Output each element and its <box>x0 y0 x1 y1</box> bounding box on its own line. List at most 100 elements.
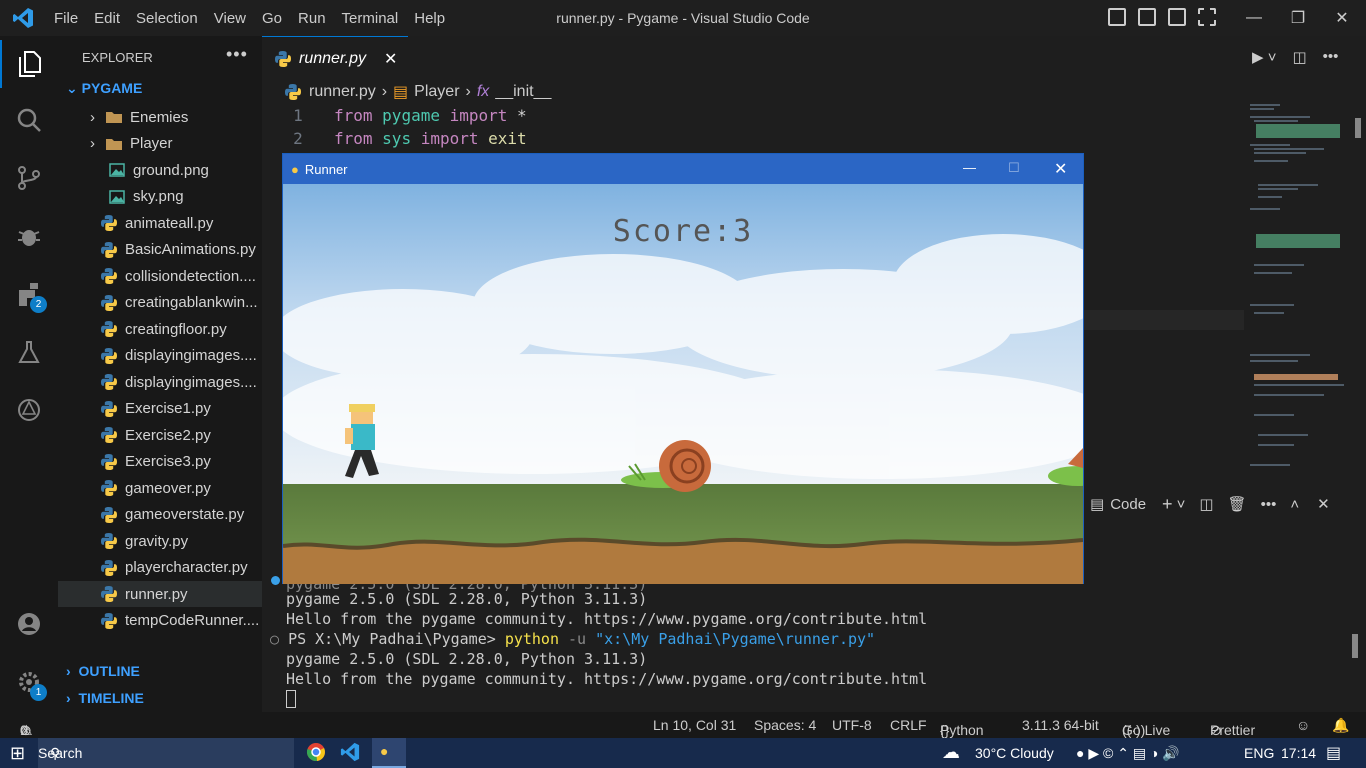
current-line-highlight <box>1084 310 1244 330</box>
file-label: Exercise3.py <box>125 453 211 470</box>
file-item[interactable]: gameoverstate.py <box>58 502 262 528</box>
file-item[interactable]: creatingablankwin... <box>58 290 262 316</box>
terminal-label[interactable]: Code <box>1110 496 1146 513</box>
python-interpreter[interactable]: 3.11.3 64-bit <box>1022 717 1099 733</box>
tray-icons[interactable]: ● ▶ © ⌃ ▤ ◑ 🔊 <box>1076 745 1180 762</box>
trash-icon[interactable]: 🗑 <box>1228 495 1247 513</box>
indentation[interactable]: Spaces: 4 <box>754 717 816 733</box>
encoding[interactable]: UTF-8 <box>832 717 872 733</box>
code-editor[interactable]: 1 from pygame import * 2 from sys import… <box>262 104 1247 150</box>
folder-item[interactable]: › Player <box>58 131 262 157</box>
chevron-down-icon[interactable]: ˅ <box>1177 496 1186 513</box>
file-item[interactable]: sky.png <box>58 184 262 210</box>
file-item[interactable]: creatingfloor.py <box>58 316 262 342</box>
action-center-icon[interactable]: ▤ <box>1326 743 1341 763</box>
terminal[interactable]: pygame 2.5.0 (SDL 2.28.0, Python 3.11.3)… <box>262 575 1366 712</box>
editor-more-icon[interactable]: ••• <box>1323 48 1339 66</box>
folder-icon <box>106 112 122 123</box>
outline-label: OUTLINE <box>78 663 140 679</box>
file-item[interactable]: animateall.py <box>58 210 262 236</box>
restore-icon[interactable]: ❐ <box>1276 0 1320 36</box>
source-control-icon[interactable] <box>0 154 58 202</box>
search-icon[interactable] <box>0 96 58 144</box>
terminal-more-icon[interactable]: ••• <box>1261 496 1277 513</box>
minimap[interactable] <box>1248 104 1352 484</box>
line-ending[interactable]: CRLF <box>890 717 927 733</box>
accounts-icon[interactable] <box>0 600 58 648</box>
folder-item[interactable]: › Enemies <box>58 104 262 130</box>
menu-help[interactable]: Help <box>406 10 453 27</box>
timeline-section[interactable]: › TIMELINE <box>66 690 144 706</box>
run-python-icon[interactable]: ▶ ˅ <box>1252 48 1276 66</box>
new-terminal-icon[interactable]: + <box>1162 494 1173 515</box>
windows-start-icon[interactable]: ⊞ <box>10 743 25 764</box>
file-item[interactable]: collisiondetection.... <box>58 263 262 289</box>
file-item[interactable]: Exercise3.py <box>58 449 262 475</box>
scrollbar-thumb[interactable] <box>1355 118 1361 138</box>
file-item[interactable]: ground.png <box>58 157 262 183</box>
file-item[interactable]: Exercise2.py <box>58 422 262 448</box>
extensions-icon[interactable]: 2 <box>0 270 58 318</box>
file-item[interactable]: runner.py <box>58 581 262 607</box>
terminal-scrollbar[interactable] <box>1352 634 1358 658</box>
breadcrumb-file[interactable]: runner.py <box>309 83 376 101</box>
menu-file[interactable]: File <box>46 10 86 27</box>
menu-edit[interactable]: Edit <box>86 10 128 27</box>
testing-icon[interactable] <box>0 328 58 376</box>
pygame-close-icon[interactable]: ✕ <box>1054 159 1067 179</box>
language-indicator[interactable]: ENG <box>1244 745 1274 761</box>
menu-terminal[interactable]: Terminal <box>334 10 407 27</box>
file-item[interactable]: BasicAnimations.py <box>58 237 262 263</box>
chrome-icon[interactable] <box>306 742 326 765</box>
menu-selection[interactable]: Selection <box>128 10 206 27</box>
project-folder[interactable]: ⌄ PYGAME <box>66 80 142 97</box>
file-label: displayingimages.... <box>125 347 257 364</box>
file-item[interactable]: playercharacter.py <box>58 555 262 581</box>
vscode-taskbar-icon[interactable] <box>340 742 360 765</box>
split-editor-icon[interactable]: ◫ <box>1292 48 1306 66</box>
run-debug-icon[interactable] <box>0 212 58 260</box>
more-actions-icon[interactable]: ••• <box>226 44 248 65</box>
file-item[interactable]: displayingimages.... <box>58 343 262 369</box>
file-item[interactable]: displayingimages.... <box>58 369 262 395</box>
explorer-icon[interactable] <box>0 40 58 88</box>
weather-status[interactable]: 30°C Cloudy <box>975 745 1054 761</box>
file-item[interactable]: gameover.py <box>58 475 262 501</box>
code-line: 2 from sys import exit <box>262 127 1247 150</box>
outline-section[interactable]: › OUTLINE <box>66 663 140 679</box>
manage-gear-icon[interactable]: 1 <box>0 658 58 706</box>
toggle-secondary-sidebar-icon[interactable] <box>1168 8 1186 26</box>
maximize-panel-icon[interactable]: ˄ <box>1290 496 1299 513</box>
split-terminal-icon[interactable]: ◫ <box>1199 495 1213 513</box>
game-canvas[interactable]: Score:3 <box>283 184 1083 584</box>
menu-view[interactable]: View <box>206 10 254 27</box>
minimize-icon[interactable]: — <box>1232 0 1276 36</box>
close-icon[interactable]: ✕ <box>1320 0 1364 36</box>
toggle-panel-icon[interactable] <box>1138 8 1156 26</box>
file-label: gameoverstate.py <box>125 506 245 523</box>
feedback-icon[interactable]: ☺ <box>1296 717 1310 733</box>
pygame-maximize-icon[interactable]: ☐ <box>1008 160 1020 176</box>
file-item[interactable]: tempCodeRunner.... <box>58 608 262 634</box>
notifications-bell-icon[interactable]: 🔔 <box>1332 717 1349 734</box>
breadcrumb-class[interactable]: Player <box>414 83 459 101</box>
pygame-taskbar-item[interactable] <box>372 738 406 768</box>
tab-close-icon[interactable]: ✕ <box>384 49 397 69</box>
close-panel-icon[interactable]: ✕ <box>1317 495 1330 513</box>
chevron-right-icon: › <box>465 83 471 100</box>
project-name: PYGAME <box>81 80 143 96</box>
customize-layout-icon[interactable] <box>1198 8 1216 26</box>
taskbar-search[interactable]: ⚲ Search <box>38 738 294 768</box>
menu-go[interactable]: Go <box>254 10 290 27</box>
file-item[interactable]: Exercise1.py <box>58 396 262 422</box>
clock[interactable]: 17:14 <box>1281 745 1316 761</box>
pygame-minimize-icon[interactable]: — <box>963 160 976 175</box>
menu-run[interactable]: Run <box>290 10 334 27</box>
file-item[interactable]: gravity.py <box>58 528 262 554</box>
cursor-position[interactable]: Ln 10, Col 31 <box>653 717 736 733</box>
tab-runner-py[interactable]: runner.py ✕ <box>262 36 408 80</box>
chevron-right-icon: › <box>66 663 79 679</box>
breadcrumb-function[interactable]: __init__ <box>495 83 551 101</box>
toggle-sidebar-icon[interactable] <box>1108 8 1126 26</box>
openai-icon[interactable] <box>0 386 58 434</box>
